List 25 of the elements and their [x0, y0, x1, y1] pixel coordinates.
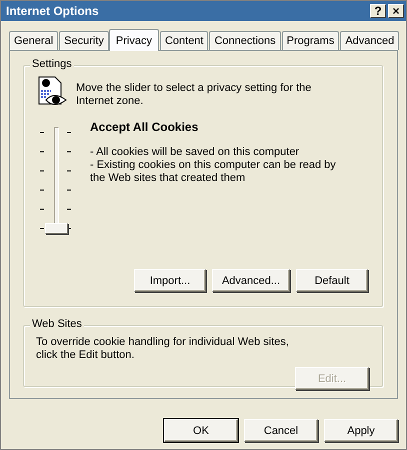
- web-sites-text: To override cookie handling for individual Web sites, click the Edit button.: [36, 336, 290, 362]
- dialog-button[interactable]: Apply: [324, 419, 398, 442]
- dialog-button[interactable]: Advanced...: [212, 269, 290, 292]
- group-legend: Settings: [30, 58, 74, 70]
- description-text: - All cookies will be saved on this computer: [90, 146, 300, 159]
- tab[interactable]: Security: [59, 31, 109, 50]
- dialog-button[interactable]: OK: [164, 419, 238, 442]
- tab[interactable]: General: [9, 31, 58, 50]
- document-eye-icon: [36, 76, 68, 108]
- tab[interactable]: Connections: [209, 31, 281, 50]
- tab[interactable]: Advanced: [340, 31, 400, 50]
- dialog-button[interactable]: Default: [296, 269, 368, 292]
- window-title: Internet Options: [6, 4, 100, 18]
- tab[interactable]: Privacy: [108, 29, 159, 51]
- intro-text: Move the slider to select a privacy setting for the Internet zone.: [76, 82, 312, 108]
- tab[interactable]: Programs: [282, 31, 340, 50]
- help-button[interactable]: ?: [370, 4, 386, 18]
- slider-thumb[interactable]: [45, 223, 68, 234]
- dialog-button[interactable]: Cancel: [244, 419, 318, 442]
- close-button[interactable]: ×: [388, 4, 404, 18]
- tab[interactable]: Content: [160, 31, 208, 50]
- description-text: - Existing cookies on this computer can be read by the Web sites that created them: [90, 159, 337, 185]
- privacy-level-title: Accept All Cookies: [90, 120, 200, 134]
- dialog-button[interactable]: Import...: [134, 269, 206, 292]
- group-legend: Web Sites: [30, 318, 84, 330]
